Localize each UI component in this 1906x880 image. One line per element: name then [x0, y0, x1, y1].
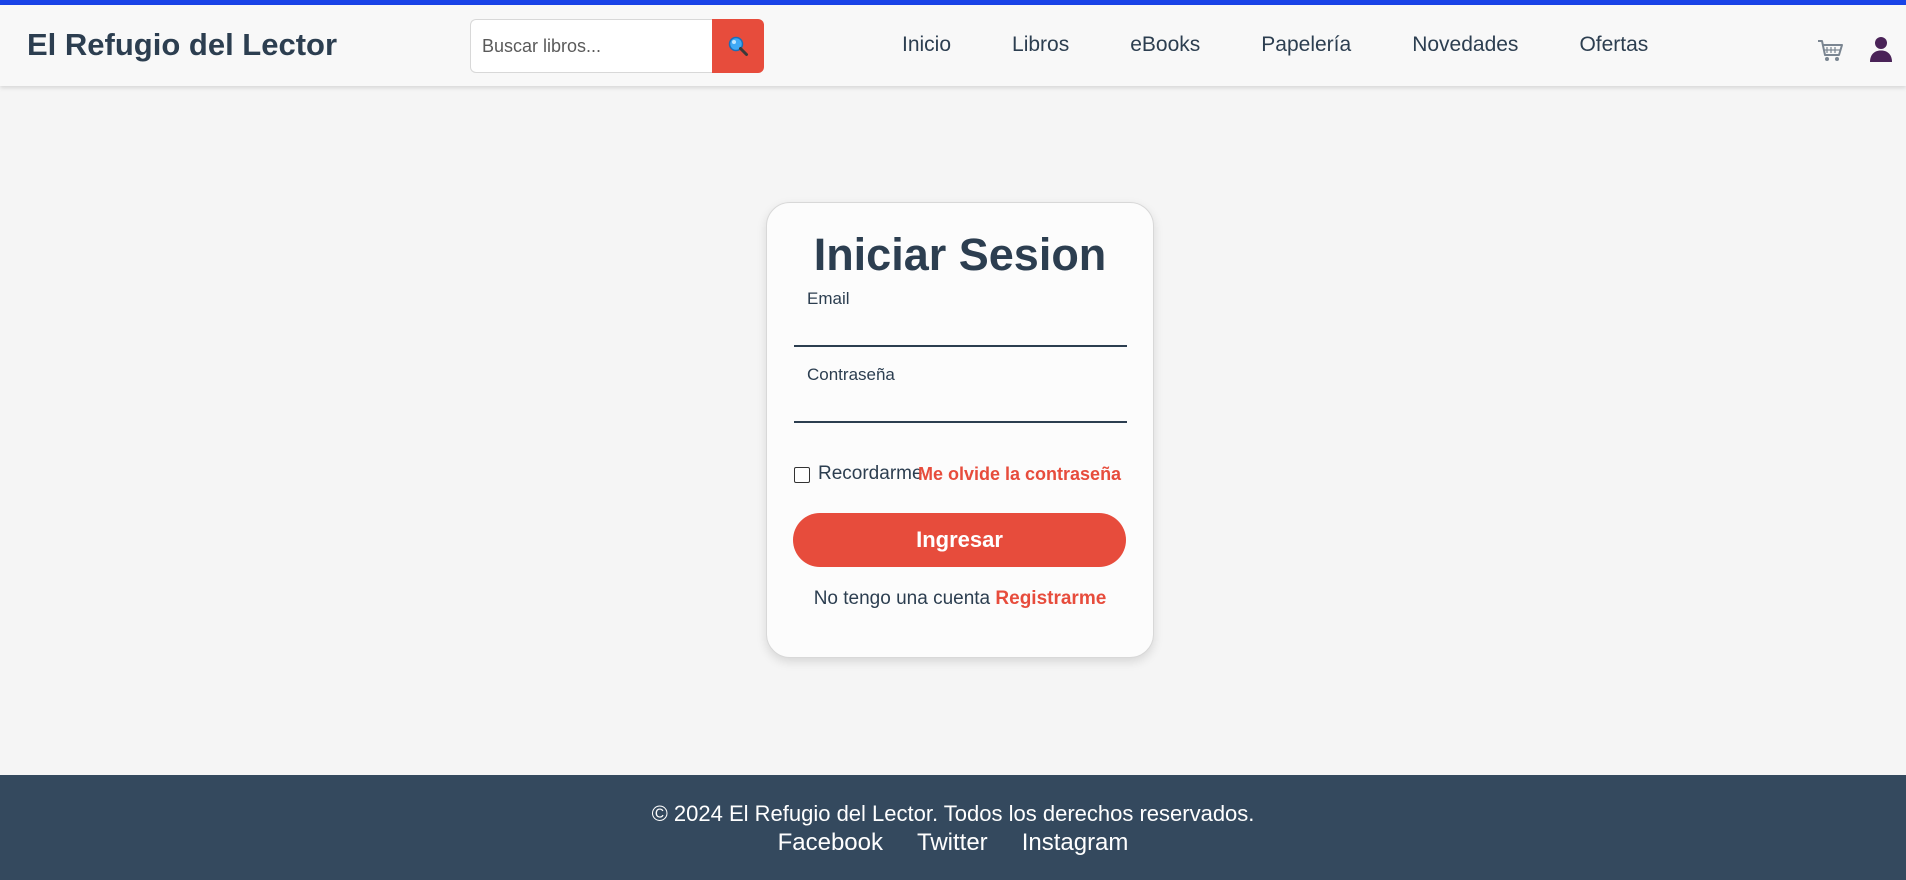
nav-inicio[interactable]: Inicio — [902, 33, 951, 57]
nav-ebooks[interactable]: eBooks — [1130, 33, 1200, 57]
facebook-link[interactable]: Facebook — [778, 829, 883, 857]
search-button[interactable] — [712, 19, 764, 73]
submit-button[interactable]: Ingresar — [793, 513, 1126, 567]
twitter-link[interactable]: Twitter — [917, 829, 988, 857]
register-link[interactable]: Registrarme — [995, 588, 1106, 609]
nav-papeleria[interactable]: Papelería — [1261, 33, 1351, 57]
search-icon — [728, 36, 748, 56]
register-prompt: No tengo una cuenta Registrarme — [766, 588, 1154, 610]
no-account-text: No tengo una cuenta — [813, 588, 991, 609]
search-bar — [470, 19, 764, 73]
search-input[interactable] — [470, 19, 712, 73]
nav-novedades[interactable]: Novedades — [1412, 33, 1518, 57]
cart-icon[interactable] — [1816, 36, 1844, 64]
nav-libros[interactable]: Libros — [1012, 33, 1069, 57]
user-icon[interactable] — [1869, 35, 1893, 63]
login-actions: Ingresar No tengo una cuenta Registrarme — [766, 202, 1154, 658]
instagram-link[interactable]: Instagram — [1022, 829, 1129, 857]
site-footer: © 2024 El Refugio del Lector. Todos los … — [0, 775, 1906, 880]
site-logo-text[interactable]: El Refugio del Lector — [27, 27, 337, 63]
social-links: Facebook Twitter Instagram — [0, 829, 1906, 857]
copyright-text: © 2024 El Refugio del Lector. Todos los … — [651, 801, 1255, 826]
site-header: El Refugio del Lector Inicio Libros eBoo… — [0, 5, 1906, 86]
main-nav: Inicio Libros eBooks Papelería Novedades… — [902, 33, 1648, 57]
nav-ofertas[interactable]: Ofertas — [1579, 33, 1648, 57]
